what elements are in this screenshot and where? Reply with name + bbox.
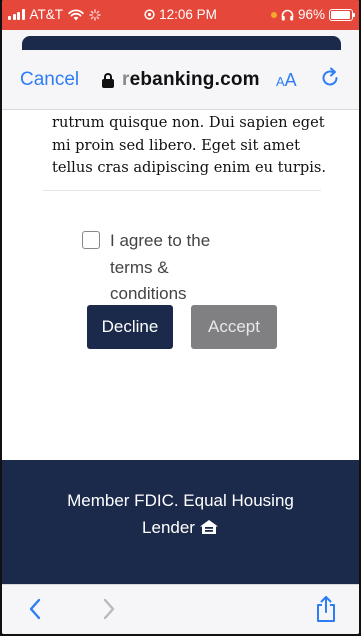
- text-size-large-a: A: [284, 70, 297, 90]
- terms-text: rutrum quisque non. Dui sapien eget mi p…: [52, 112, 332, 180]
- site-footer: Member FDIC. Equal Housing Lender: [2, 460, 359, 584]
- url-text: rebanking.com: [122, 69, 260, 91]
- footer-lender-text: Lender: [142, 518, 195, 537]
- url-domain: ebanking.com: [129, 69, 260, 90]
- text-size-small-a: A: [276, 74, 285, 89]
- page-header-peek: [22, 36, 341, 50]
- battery-icon: [329, 8, 355, 21]
- alarm-icon: [144, 9, 155, 20]
- accept-button[interactable]: Accept: [191, 305, 277, 349]
- url-prefix: r: [122, 69, 130, 90]
- divider: [43, 190, 321, 191]
- phone-screen: AT&T 12:06 PM 96% Cancel rebanking.com A…: [2, 0, 359, 634]
- decline-button[interactable]: Decline: [87, 305, 173, 349]
- terms-line: rutrum quisque non. Dui sapien eget: [52, 114, 325, 131]
- agree-checkbox[interactable]: [82, 231, 100, 249]
- headphones-icon: [281, 9, 294, 20]
- terms-line: mi proin sed libero. Eget sit amet: [52, 136, 300, 154]
- lock-icon: [102, 72, 114, 88]
- recording-dot-icon: [270, 11, 277, 18]
- text-size-button[interactable]: AA: [276, 70, 297, 91]
- browser-address-bar: Cancel rebanking.com AA: [2, 66, 359, 94]
- status-bar: AT&T 12:06 PM 96%: [2, 0, 359, 30]
- status-right: 96%: [270, 7, 355, 22]
- battery-percent: 96%: [297, 7, 325, 22]
- reload-icon[interactable]: [319, 67, 341, 89]
- footer-line-2: Lender: [2, 514, 359, 541]
- clock-time: 12:06 PM: [159, 7, 217, 22]
- share-icon[interactable]: [314, 595, 338, 623]
- browser-header: Cancel rebanking.com AA: [2, 30, 359, 110]
- terms-line: tellus cras adipiscing enim eu turpis.: [52, 159, 327, 176]
- chevron-right-icon[interactable]: [102, 598, 116, 620]
- url-field[interactable]: rebanking.com: [102, 69, 260, 91]
- footer-line-1: Member FDIC. Equal Housing: [67, 491, 294, 510]
- agree-label[interactable]: I agree to the terms & conditions: [110, 228, 230, 308]
- page-content: rutrum quisque non. Dui sapien eget mi p…: [2, 110, 359, 460]
- chevron-left-icon[interactable]: [28, 598, 42, 620]
- browser-toolbar: [2, 584, 359, 634]
- agree-row[interactable]: I agree to the terms & conditions: [82, 228, 230, 308]
- cancel-button[interactable]: Cancel: [20, 69, 79, 91]
- equal-housing-lender-icon: [199, 519, 218, 534]
